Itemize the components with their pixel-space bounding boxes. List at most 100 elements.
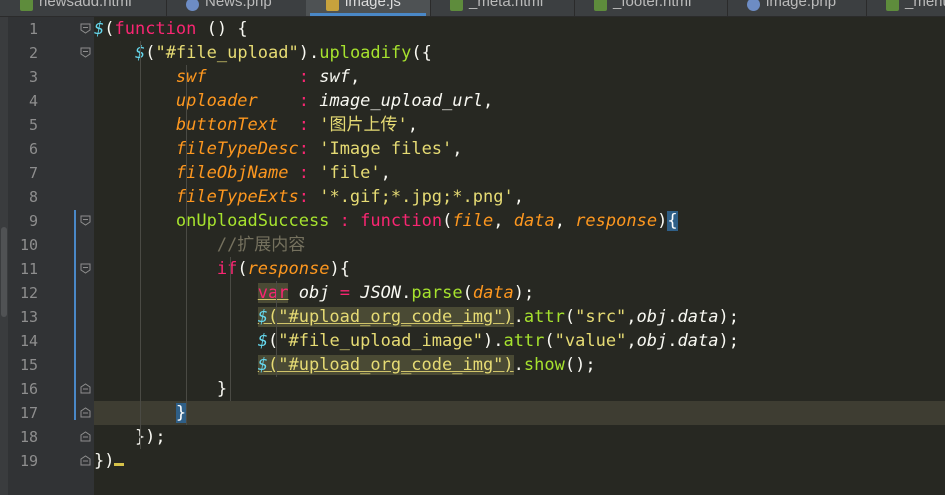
code-line[interactable]: $("#file_upload_image").attr("value",obj…	[94, 329, 945, 353]
line-number: 7	[28, 164, 38, 182]
tab--meta-html[interactable]: _meta.html	[430, 0, 575, 16]
tab-newsadd-html[interactable]: newsadd.html	[0, 0, 167, 16]
code-token: onUploadSuccess	[175, 211, 330, 231]
fold-close-icon[interactable]	[80, 455, 91, 466]
code-token: ).	[298, 43, 320, 63]
fold-open-icon[interactable]	[80, 47, 91, 58]
code-line[interactable]: swf : swf,	[94, 65, 945, 89]
code-line[interactable]: fileTypeDesc: 'Image files',	[94, 137, 945, 161]
code-line[interactable]: //扩展内容	[94, 233, 945, 257]
html-file-icon	[450, 0, 463, 11]
code-token: show	[523, 355, 565, 375]
code-token: 'file'	[319, 163, 381, 183]
fold-close-icon[interactable]	[80, 383, 91, 394]
code-line[interactable]: })	[94, 449, 945, 473]
code-token: $	[257, 307, 269, 327]
code-line[interactable]: $("#upload_org_code_img").attr("src",obj…	[94, 305, 945, 329]
code-token: if	[216, 259, 238, 279]
code-token: ("#upload_org_code_img")	[268, 355, 514, 375]
line-number: 16	[19, 380, 38, 398]
indent-guide	[140, 41, 141, 449]
code-token: function	[114, 19, 197, 39]
code-line[interactable]: fileObjName : 'file',	[94, 161, 945, 185]
code-token: data	[677, 307, 719, 327]
fold-close-icon[interactable]	[80, 407, 91, 418]
tab--footer-html[interactable]: _footer.html	[574, 0, 728, 16]
code-token: ("#upload_org_code_img")	[268, 307, 514, 327]
code-line[interactable]: if(response){	[94, 257, 945, 281]
code-token: data	[472, 283, 514, 303]
code-token: .	[667, 307, 678, 327]
code-line[interactable]: $("#file_upload").uploadify({	[94, 41, 945, 65]
code-token: .	[513, 355, 524, 375]
code-token: "#file_upload"	[155, 43, 299, 63]
code-token: .	[513, 307, 524, 327]
code-token: (	[104, 19, 115, 39]
code-token: ,	[626, 331, 637, 351]
code-line[interactable]: onUploadSuccess : function(file, data, r…	[94, 209, 945, 233]
tab-image-php[interactable]: image.php	[727, 0, 867, 16]
code-token: file	[452, 211, 494, 231]
code-token: ).	[482, 331, 504, 351]
code-line[interactable]: }	[94, 377, 945, 401]
code-line[interactable]: var obj = JSON.parse(data);	[94, 281, 945, 305]
code-token: JSON	[360, 283, 402, 303]
vertical-scrollbar[interactable]	[0, 17, 8, 495]
code-token: .	[667, 331, 678, 351]
fold-open-icon[interactable]	[80, 23, 91, 34]
code-line[interactable]: $(function () {	[94, 17, 945, 41]
line-number: 10	[19, 236, 38, 254]
code-token: data	[677, 331, 719, 351]
scope-indicator-bar	[74, 210, 76, 420]
indent-guide	[186, 65, 187, 425]
code-line[interactable]: }	[94, 401, 945, 425]
code-token: .	[401, 283, 412, 303]
fold-open-icon[interactable]	[80, 263, 91, 274]
tab--menu[interactable]: _menu	[866, 0, 945, 16]
code-token: :	[339, 211, 350, 231]
code-token: "src"	[575, 307, 627, 327]
tab-label: _meta.html	[469, 0, 544, 10]
code-token: obj	[636, 331, 668, 351]
code-line[interactable]: $("#upload_org_code_img").show();	[94, 353, 945, 377]
code-token: fileTypeExts	[175, 187, 299, 207]
code-token: })	[94, 451, 115, 471]
code-token: ,	[407, 115, 418, 135]
code-token: 'Image files'	[319, 139, 453, 159]
code-token: image_upload_url	[319, 91, 483, 111]
fold-open-icon[interactable]	[80, 215, 91, 226]
line-number: 15	[19, 356, 38, 374]
php-file-icon	[747, 0, 760, 11]
code-token: function	[360, 211, 443, 231]
line-number: 4	[28, 92, 38, 110]
fold-close-icon[interactable]	[80, 431, 91, 442]
editor-tab-bar: newsadd.html News.php image.js _meta.html _f…	[0, 0, 945, 17]
code-line[interactable]: fileTypeExts: '*.gif;*.jpg;*.png',	[94, 185, 945, 209]
line-number: 11	[19, 260, 38, 278]
code-line[interactable]: buttonText : '图片上传',	[94, 113, 945, 137]
code-token: :	[298, 187, 309, 207]
code-token: :	[298, 139, 309, 159]
code-editor[interactable]: $(function () { $("#file_upload").upload…	[94, 17, 945, 495]
scrollbar-thumb[interactable]	[1, 227, 7, 317]
code-line[interactable]: });	[94, 425, 945, 449]
code-token: ,	[452, 139, 463, 159]
code-line[interactable]: uploader : image_upload_url,	[94, 89, 945, 113]
tab-image-js[interactable]: image.js	[306, 0, 431, 16]
line-number: 13	[19, 308, 38, 326]
tab-news-php[interactable]: News.php	[166, 0, 307, 16]
code-token: $	[257, 331, 269, 351]
code-token: obj	[636, 307, 668, 327]
